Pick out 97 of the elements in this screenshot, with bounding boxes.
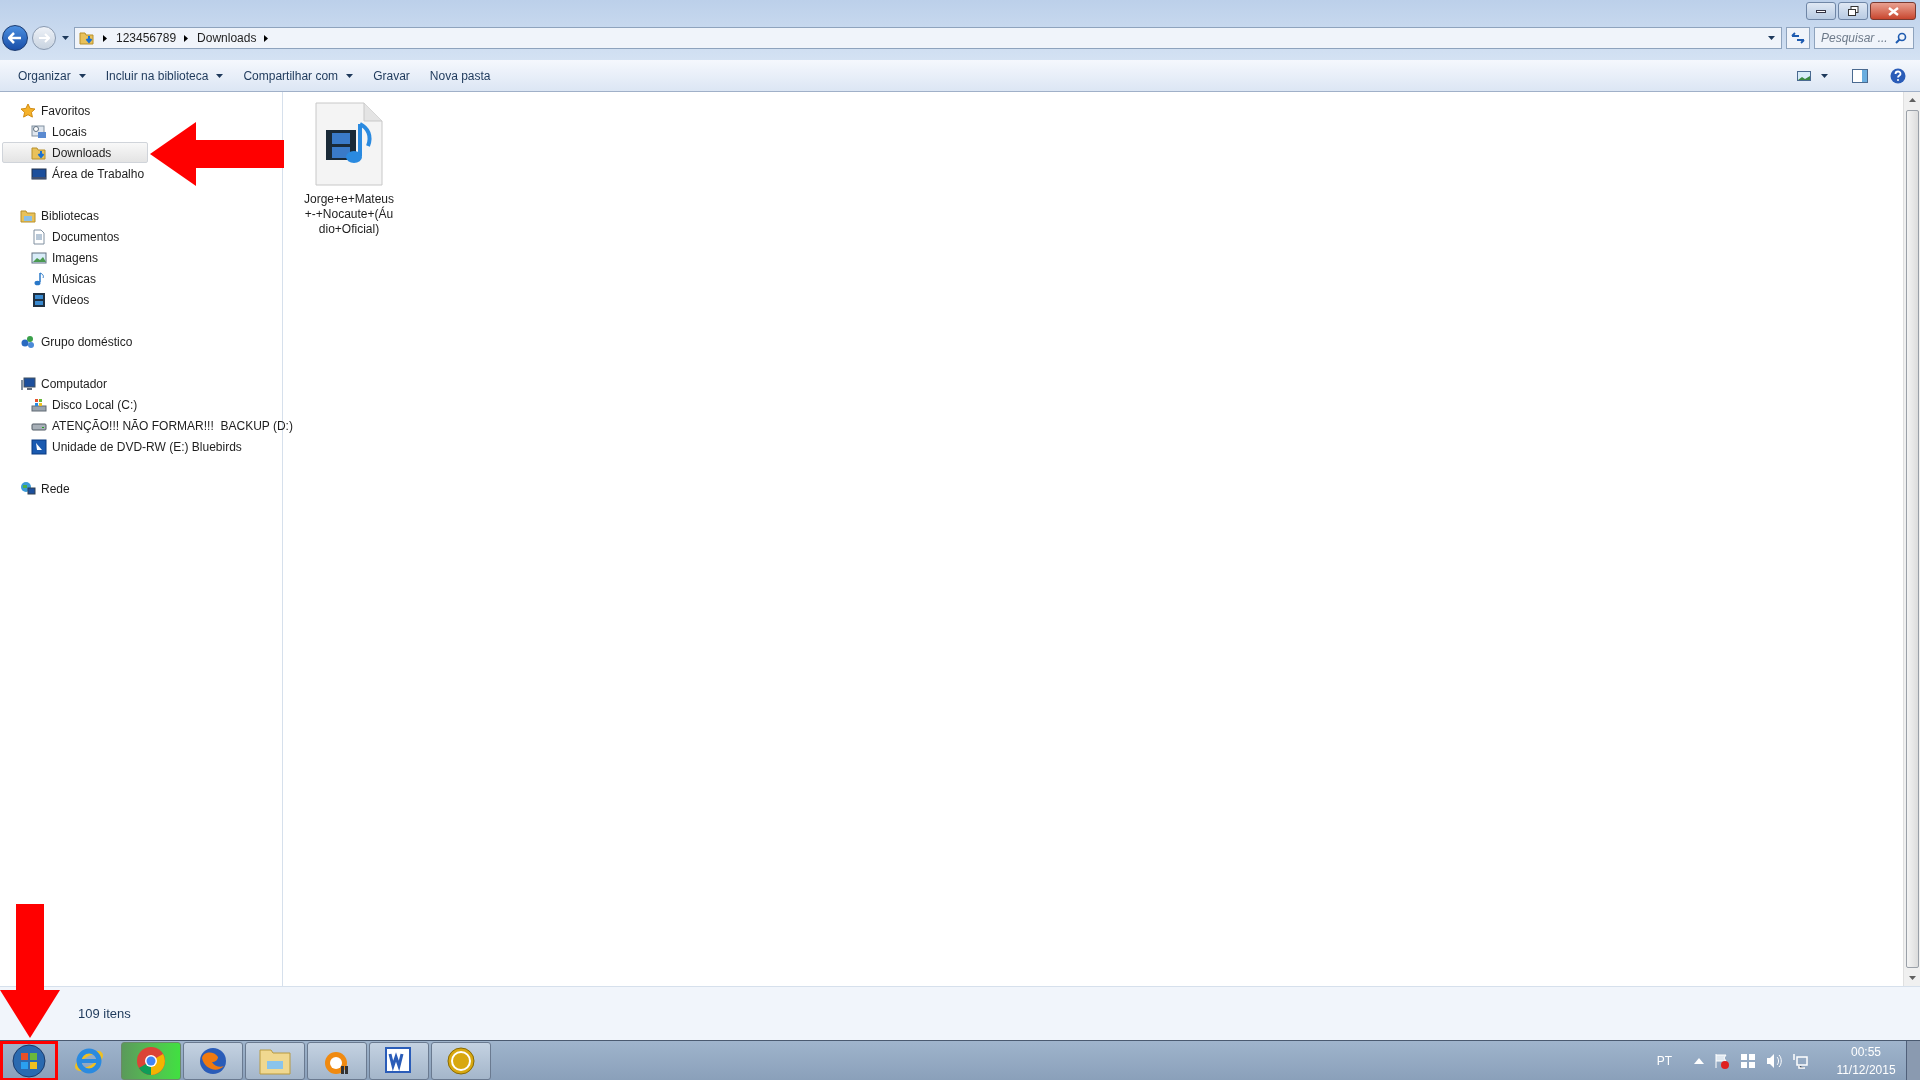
nav-item[interactable]: Vídeos: [2, 289, 148, 310]
nav-item-label: ATENÇÃO!!! NÃO FORMAR!!! BACKUP (D:): [52, 417, 293, 435]
nav-group[interactable]: Grupo doméstico: [2, 331, 282, 352]
caret-icon: [346, 73, 354, 78]
caret-icon: [78, 73, 86, 78]
close-button[interactable]: [1870, 2, 1916, 20]
refresh-button[interactable]: [1786, 27, 1810, 49]
nav-item-label: Locais: [52, 123, 87, 141]
show-desktop-button[interactable]: [1906, 1040, 1920, 1080]
windows-orb-icon: [12, 1043, 46, 1078]
restore-button[interactable]: [1838, 2, 1868, 20]
caret-icon: [1821, 73, 1828, 78]
nav-item-label: Disco Local (C:): [52, 396, 138, 414]
nav-item-label: Unidade de DVD-RW (E:) Bluebirds: [52, 438, 242, 456]
nav-group-label: Grupo doméstico: [41, 333, 133, 351]
item-count: 109 itens: [78, 1004, 131, 1023]
nav-item[interactable]: Imagens: [2, 247, 148, 268]
nav-group[interactable]: Bibliotecas: [2, 205, 282, 226]
file-name: Jorge+e+Mateus +-+Nocaute+(Áu dio+Oficial): [302, 192, 396, 237]
fox-globe-icon: [198, 1045, 228, 1076]
toolbar-button[interactable]: Organizar: [8, 62, 96, 89]
nav-item[interactable]: Documentos: [2, 226, 148, 247]
nav-item[interactable]: Músicas: [2, 268, 148, 289]
folder-download-icon: [79, 30, 95, 46]
nav-item-label: Imagens: [52, 249, 99, 267]
nav-group[interactable]: Computador: [2, 373, 282, 394]
search-field[interactable]: Pesquisar ...: [1814, 27, 1914, 49]
nav-group-label: Bibliotecas: [41, 207, 100, 225]
computer-icon: [20, 375, 36, 392]
library-folder-icon: [20, 207, 36, 224]
nav-item-label: Vídeos: [52, 291, 90, 309]
scroll-down-icon: [1908, 976, 1916, 980]
refresh-icon: [1791, 32, 1805, 44]
breadcrumb[interactable]: Downloads: [197, 29, 257, 47]
arrow-left-icon: [8, 32, 22, 44]
view-icon: [1797, 70, 1811, 81]
nav-group[interactable]: Favoritos: [2, 100, 282, 121]
film-icon: [31, 291, 47, 308]
nav-item[interactable]: Disco Local (C:): [2, 394, 148, 415]
nav-item[interactable]: ATENÇÃO!!! NÃO FORMAR!!! BACKUP (D:): [2, 415, 300, 436]
show-hidden-icons[interactable]: [1694, 1057, 1704, 1064]
nav-group-label: Favoritos: [41, 102, 91, 120]
toolbar-button[interactable]: Nova pasta: [419, 62, 501, 89]
close-icon: [1887, 6, 1899, 16]
volume-icon[interactable]: [1766, 1052, 1782, 1069]
word-document-icon: [384, 1045, 414, 1076]
chevron-right-icon: [184, 34, 189, 42]
recent-places-icon: [31, 123, 47, 140]
chevron-right-icon: [103, 34, 107, 42]
toolbar-button[interactable]: Incluir na biblioteca: [95, 62, 234, 89]
nav-item[interactable]: Locais: [2, 121, 148, 142]
vertical-scrollbar[interactable]: [1903, 92, 1920, 986]
toolbar-button[interactable]: Gravar: [363, 62, 420, 89]
address-bar[interactable]: 123456789 Downloads: [74, 27, 1782, 49]
nav-item-label: Músicas: [52, 270, 96, 288]
start-button[interactable]: [0, 1040, 58, 1080]
arrow-right-icon: [38, 33, 50, 43]
pane-icon: [1852, 68, 1868, 83]
system-drive-icon: [31, 396, 47, 413]
flag-error-icon[interactable]: [1714, 1052, 1730, 1069]
nav-group-label: Rede: [41, 480, 70, 498]
nav-item[interactable]: Downloads: [2, 142, 148, 163]
nav-group-label: Computador: [41, 375, 108, 393]
picture-icon: [31, 249, 47, 266]
chevron-right-icon: [264, 34, 269, 42]
nav-item-label: Documentos: [52, 228, 120, 246]
windows-logo-icon[interactable]: [1740, 1052, 1756, 1069]
scroll-up-icon: [1908, 98, 1916, 102]
help-icon: [1890, 67, 1906, 84]
nav-item[interactable]: Área de Trabalho: [2, 163, 152, 184]
toolbar-button[interactable]: Compartilhar com: [233, 62, 364, 89]
breadcrumb[interactable]: 123456789: [116, 29, 177, 47]
star-icon: [20, 102, 36, 119]
caret-icon: [216, 73, 224, 78]
nav-item-label: Downloads: [52, 144, 112, 162]
search-icon: [1895, 32, 1907, 44]
browser-circle-icon: [136, 1045, 166, 1076]
nav-item[interactable]: Unidade de DVD-RW (E:) Bluebirds: [2, 436, 249, 457]
folder-download-icon: [31, 144, 47, 161]
file-item[interactable]: Jorge+e+Mateus +-+Nocaute+(Áu dio+Oficial): [299, 102, 399, 237]
homegroup-icon: [20, 333, 36, 350]
taskbar-app[interactable]: [307, 1041, 367, 1080]
restore-icon: [1847, 6, 1859, 16]
network-icon: [20, 480, 36, 497]
folder-icon: [259, 1046, 291, 1075]
desktop-icon: [31, 165, 47, 182]
coin-icon: [446, 1045, 476, 1076]
media-file-icon: [314, 102, 384, 186]
document-icon: [31, 228, 47, 245]
dvd-drive-icon: [31, 438, 47, 455]
caret-icon: [1768, 36, 1775, 40]
back-button[interactable]: [2, 25, 28, 51]
nav-item-label: Área de Trabalho: [52, 165, 145, 183]
minimize-button[interactable]: [1806, 2, 1836, 20]
taskbar-app[interactable]: [369, 1041, 429, 1080]
caret-icon: [61, 36, 69, 40]
nav-group[interactable]: Rede: [2, 478, 282, 499]
